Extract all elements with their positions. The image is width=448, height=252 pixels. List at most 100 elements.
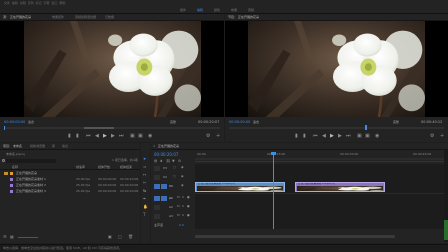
step-back-icon[interactable]: ◀ xyxy=(95,134,99,139)
timeline-settings-icon[interactable]: ⚙ xyxy=(178,159,181,164)
track-source-patch-v1[interactable] xyxy=(154,184,160,189)
go-to-out-icon[interactable]: ⏭ xyxy=(119,134,124,139)
track-target-toggle[interactable] xyxy=(154,166,160,171)
workspace-tab-effects[interactable]: 效果 xyxy=(231,9,237,12)
mute-icon[interactable]: M xyxy=(177,196,180,199)
program-timecode-in[interactable]: 00:00:00:00 xyxy=(229,120,250,125)
mic-icon[interactable]: ● xyxy=(187,214,190,217)
project-item[interactable]: 正在开展的花朵 xyxy=(0,171,150,176)
icon-view-icon[interactable]: ▦ xyxy=(10,235,14,239)
close-icon[interactable]: × xyxy=(153,145,156,148)
ripple-edit-tool-icon[interactable]: ↔ xyxy=(143,173,146,177)
mark-out-icon[interactable]: ▮ xyxy=(76,134,79,139)
program-add-button[interactable]: + xyxy=(440,134,444,139)
pen-tool-icon[interactable]: ✒ xyxy=(143,197,146,201)
toggle-output-icon[interactable]: ◉ xyxy=(181,166,184,169)
extract-icon[interactable]: ▣ xyxy=(365,134,370,139)
toggle-sync-lock-icon[interactable]: □ xyxy=(173,175,176,178)
type-tool-icon[interactable]: T xyxy=(143,213,145,217)
workspace-tab-audio[interactable]: 音频 xyxy=(248,9,254,12)
program-timebar[interactable] xyxy=(229,125,444,130)
add-marker-icon[interactable]: ▼ xyxy=(172,159,175,164)
solo-icon[interactable]: S xyxy=(182,214,184,217)
source-playhead[interactable] xyxy=(4,126,5,130)
source-quality-dropdown[interactable]: 完整 xyxy=(170,121,176,124)
toggle-sync-lock-icon[interactable]: □ xyxy=(173,166,176,169)
zoom-slider[interactable] xyxy=(18,237,38,238)
timeline-playhead-handle[interactable] xyxy=(271,152,276,155)
tab-metadata[interactable]: 元数据 xyxy=(105,16,114,19)
nest-icon[interactable]: ▤ xyxy=(154,159,157,164)
track-target-a1[interactable] xyxy=(161,196,167,201)
column-media-end[interactable]: 媒体结束 xyxy=(120,166,132,169)
step-forward-icon[interactable]: ▶ xyxy=(338,134,342,139)
menu-items[interactable]: 文件 编辑 剪辑 序列 标记 字幕 窗口 帮助 xyxy=(4,2,65,5)
track-target-toggle[interactable] xyxy=(154,214,160,219)
mark-in-icon[interactable]: ▮ xyxy=(295,134,298,139)
hand-tool-icon[interactable]: ✋ xyxy=(143,205,148,209)
master-track-volume[interactable]: 0.0 xyxy=(179,224,184,227)
slip-tool-icon[interactable]: ↹ xyxy=(143,189,146,193)
mark-in-icon[interactable]: ▮ xyxy=(68,134,71,139)
source-fit-dropdown[interactable]: 适合 xyxy=(28,121,34,124)
mark-out-icon[interactable]: ▮ xyxy=(303,134,306,139)
tab-info[interactable]: 信息 xyxy=(62,145,68,148)
program-quality-dropdown[interactable]: 完整 xyxy=(393,121,399,124)
tab-media-browser[interactable]: 媒体浏览器 xyxy=(30,145,45,148)
timeline-playhead[interactable] xyxy=(273,152,274,229)
razor-tool-icon[interactable]: ✂ xyxy=(143,181,146,185)
mic-icon[interactable]: ● xyxy=(187,196,190,199)
solo-icon[interactable]: S xyxy=(182,205,184,208)
selection-tool-icon[interactable]: ➤ xyxy=(143,157,146,161)
export-frame-icon[interactable]: ◉ xyxy=(148,134,152,139)
tab-libraries[interactable]: 库 xyxy=(52,145,55,148)
overwrite-icon[interactable]: ▣ xyxy=(138,134,143,139)
track-area[interactable]: 正在开展的花朵素材 1.mp4 [V] 正在开展的花朵素材 2.mp4 [V] xyxy=(195,152,445,229)
work-area-bar[interactable] xyxy=(195,158,445,160)
workspace-tab-assembly[interactable]: 组件 xyxy=(180,9,186,12)
track-select-tool-icon[interactable]: ⇒ xyxy=(143,165,146,169)
video-clip[interactable]: 正在开展的花朵素材 1.mp4 [V] xyxy=(195,182,285,192)
column-media-start[interactable]: 媒体开始 xyxy=(98,166,110,169)
column-name[interactable]: 名称 xyxy=(12,166,18,169)
source-settings-icon[interactable]: ⚙ xyxy=(206,134,210,139)
solo-icon[interactable]: S xyxy=(182,196,184,199)
project-item[interactable]: 正在开展的花朵素材 1 25.00 fps 00:00:00:00 00:00:… xyxy=(0,177,150,182)
timeline-horizontal-scrollbar[interactable] xyxy=(195,235,395,238)
go-to-in-icon[interactable]: ⏮ xyxy=(313,134,318,139)
snap-icon[interactable]: ⧗ xyxy=(160,159,162,164)
search-icon[interactable] xyxy=(2,159,5,162)
timeline-timecode[interactable]: 00:00:20:07 xyxy=(154,153,178,157)
tab-audio-clip-mixer[interactable]: 音频剪辑混合器 xyxy=(75,16,96,19)
source-add-button[interactable]: + xyxy=(216,134,220,139)
tab-source[interactable]: 源： 正在开展的花朵 xyxy=(3,16,31,19)
go-to-in-icon[interactable]: ⏮ xyxy=(86,134,91,139)
new-bin-icon[interactable]: ▣ xyxy=(108,235,112,239)
project-item[interactable]: 正在开展的花朵素材 2 25.00 fps 00:00:00:00 00:00:… xyxy=(0,183,150,188)
tab-effect-controls[interactable]: 效果控件 xyxy=(52,16,64,19)
project-item[interactable]: 正在开展的花朵素材 3 25.00 fps 00:00:00:00 00:00:… xyxy=(0,189,150,194)
mic-icon[interactable]: ● xyxy=(187,205,190,208)
program-settings-icon[interactable]: ⚙ xyxy=(430,134,434,139)
track-target-toggle[interactable] xyxy=(154,175,160,180)
track-target-v1[interactable] xyxy=(161,184,167,189)
insert-icon[interactable]: ▣ xyxy=(130,134,135,139)
play-icon[interactable]: ▶ xyxy=(103,134,107,139)
tab-project[interactable]: 项目： 未命名 xyxy=(3,145,22,148)
lift-icon[interactable]: ▣ xyxy=(357,134,362,139)
program-fit-dropdown[interactable]: 适合 xyxy=(253,121,259,124)
linked-selection-icon[interactable]: ⛓ xyxy=(166,159,170,164)
track-target-toggle[interactable] xyxy=(154,205,160,210)
search-input[interactable] xyxy=(6,159,56,163)
column-frame-rate[interactable]: 帧速率 xyxy=(76,166,85,169)
workspace-tab-color[interactable]: 颜色 xyxy=(214,9,220,12)
list-view-icon[interactable]: ☰ xyxy=(3,235,7,239)
mute-icon[interactable]: M xyxy=(177,205,180,208)
clear-icon[interactable]: 🗑 xyxy=(128,235,133,239)
go-to-out-icon[interactable]: ⏭ xyxy=(346,134,351,139)
toggle-output-icon[interactable]: ◉ xyxy=(181,184,184,187)
video-clip-selected[interactable]: 正在开展的花朵素材 2.mp4 [V] xyxy=(295,182,385,192)
play-icon[interactable]: ▶ xyxy=(330,134,334,139)
source-timebar[interactable] xyxy=(4,126,220,130)
step-back-icon[interactable]: ◀ xyxy=(322,134,326,139)
